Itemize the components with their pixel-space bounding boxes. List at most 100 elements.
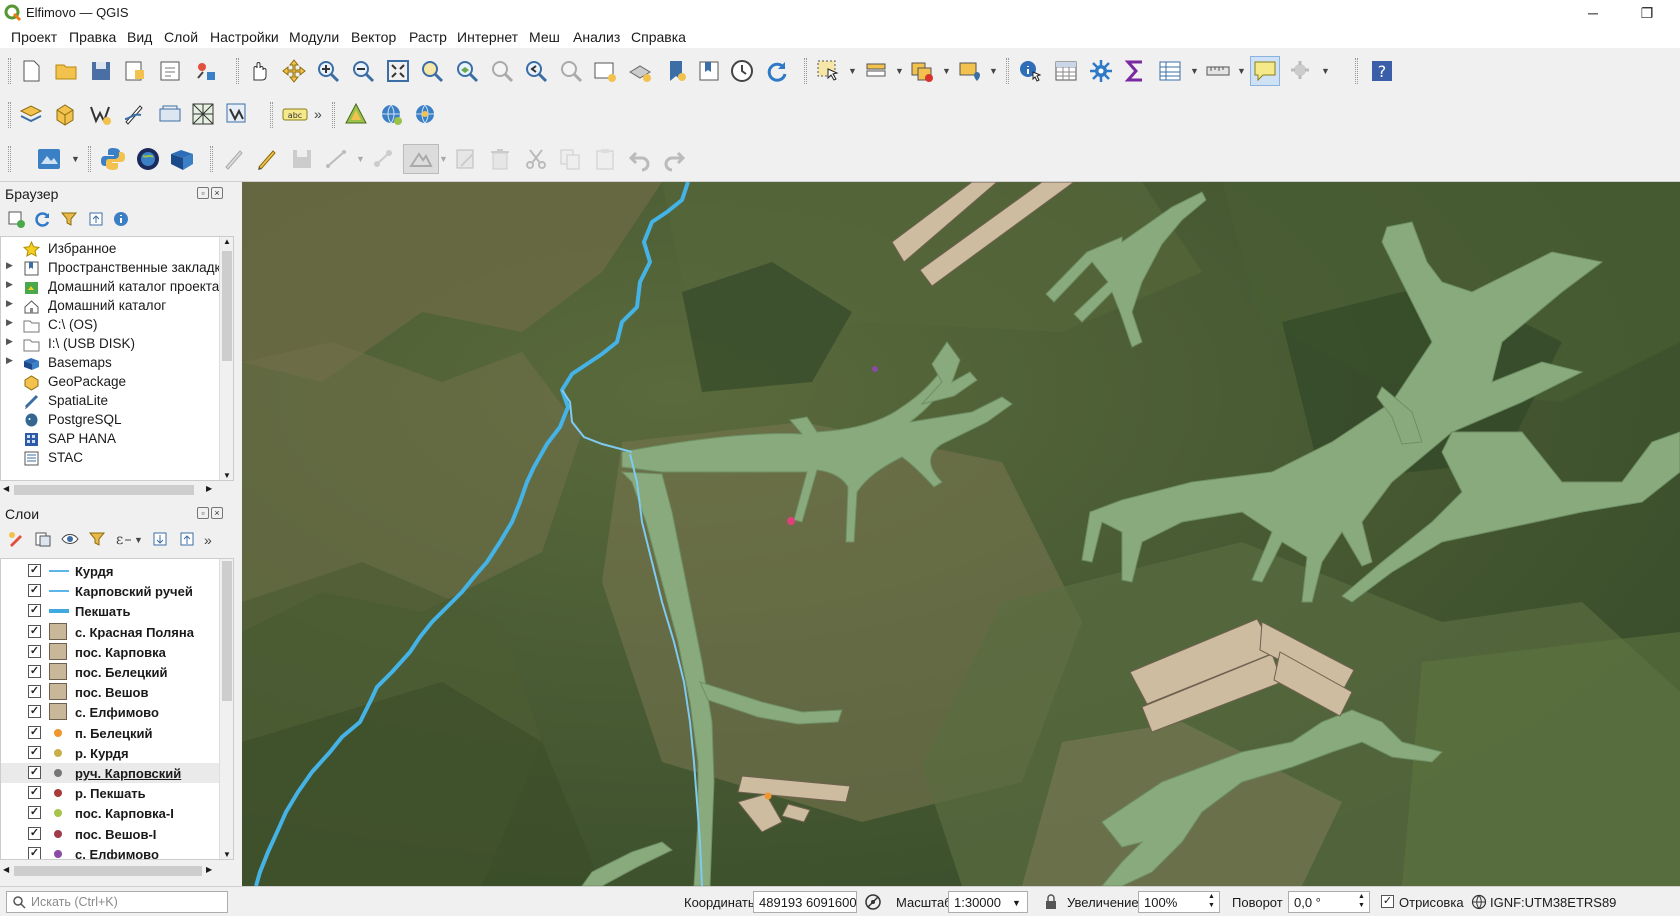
refresh-icon[interactable] xyxy=(761,56,791,86)
layer-item[interactable]: ✓ р. Пекшать xyxy=(1,783,219,803)
measure-line-icon[interactable] xyxy=(1203,56,1233,86)
expand-arrow-icon[interactable]: ▶ xyxy=(6,298,13,309)
layer-item[interactable]: ✓ пос. Вешов xyxy=(1,682,219,702)
menu-web[interactable]: Интернет xyxy=(457,29,518,45)
edit-attributes-icon[interactable] xyxy=(451,144,481,174)
toolbar-grip[interactable] xyxy=(804,58,807,84)
scroll-left-icon[interactable]: ◀ xyxy=(3,484,9,493)
browser-item-stac[interactable]: STAC xyxy=(1,448,219,468)
manage-visibility-icon[interactable] xyxy=(59,528,81,550)
close-panel-icon[interactable]: × xyxy=(211,187,223,199)
filter-expression-icon[interactable]: ε xyxy=(112,528,134,550)
style-manager-icon[interactable] xyxy=(191,56,221,86)
chevron-down-icon[interactable]: ▼ xyxy=(942,66,951,76)
toolbar-grip[interactable] xyxy=(270,102,273,128)
copy-features-icon[interactable] xyxy=(555,144,585,174)
filter-legend-icon[interactable] xyxy=(86,528,108,550)
point-beletsky[interactable] xyxy=(764,792,772,800)
layer-visibility-checkbox[interactable]: ✓ xyxy=(28,826,41,840)
close-panel-icon[interactable]: × xyxy=(211,507,223,519)
layers-horizontal-scrollbar[interactable]: ◀ ▶ xyxy=(0,864,220,878)
layer-item[interactable]: ✓ р. Курдя xyxy=(1,743,219,763)
chevron-down-icon[interactable]: ▼ xyxy=(134,535,143,545)
layer-visibility-checkbox[interactable]: ✓ xyxy=(28,564,41,577)
menu-plugins[interactable]: Модули xyxy=(289,29,339,45)
processing-toolbox-icon[interactable] xyxy=(1086,56,1116,86)
toolbar-grip[interactable] xyxy=(236,58,239,84)
project-layer-icon[interactable] xyxy=(34,144,64,174)
select-by-location-icon[interactable] xyxy=(955,56,985,86)
collapse-all-icon[interactable] xyxy=(85,208,107,230)
save-project-icon[interactable] xyxy=(86,56,116,86)
chevron-down-icon[interactable]: ▼ xyxy=(1237,66,1246,76)
zoom-to-selection-icon[interactable] xyxy=(417,56,447,86)
browser-item-geopackage[interactable]: GeoPackage xyxy=(1,372,219,392)
identify-features-icon[interactable] xyxy=(1015,56,1045,86)
layout-manager-icon[interactable] xyxy=(155,56,185,86)
python-console-icon[interactable] xyxy=(98,144,128,174)
lock-scale-icon[interactable] xyxy=(1044,894,1058,910)
toggle-editing-icon[interactable] xyxy=(252,144,282,174)
crs-label[interactable]: IGNF:UTM38ETRS89 xyxy=(1490,895,1616,910)
layer-item[interactable]: ✓ с. Елфимово xyxy=(1,702,219,722)
scrollbar-thumb[interactable] xyxy=(14,485,194,495)
add-group-icon[interactable] xyxy=(32,528,54,550)
layer-visibility-checkbox[interactable]: ✓ xyxy=(28,786,41,800)
menu-layer[interactable]: Слой xyxy=(164,29,198,45)
toolbar-grip[interactable] xyxy=(1355,58,1358,84)
toolbar-grip[interactable] xyxy=(8,102,11,128)
crs-globe-icon[interactable] xyxy=(1471,894,1487,910)
layers-vertical-scrollbar[interactable]: ▼ xyxy=(219,559,233,859)
restore-button[interactable]: ❐ xyxy=(1624,0,1670,26)
new-map-view-icon[interactable] xyxy=(590,56,620,86)
layer-visibility-checkbox[interactable]: ✓ xyxy=(28,846,41,859)
browser-item-drive-c[interactable]: ▶ C:\ (OS) xyxy=(1,315,219,335)
map-tips-icon[interactable] xyxy=(1250,56,1280,86)
temporal-controller-icon[interactable] xyxy=(727,56,757,86)
toolbar-grip[interactable] xyxy=(210,146,213,172)
help-icon[interactable]: ? xyxy=(1367,56,1397,86)
menu-settings[interactable]: Настройки xyxy=(210,29,279,45)
toolbar-grip[interactable] xyxy=(8,146,11,172)
pan-to-selection-icon[interactable] xyxy=(279,56,309,86)
layer-item[interactable]: ✓ пос. Карповка xyxy=(1,642,219,662)
layer-item[interactable]: ✓ пос. Карповка-I xyxy=(1,803,219,823)
refresh-icon[interactable] xyxy=(31,208,53,230)
chevron-down-icon[interactable]: ▼ xyxy=(439,154,448,164)
delete-selected-icon[interactable] xyxy=(485,144,515,174)
layer-visibility-checkbox[interactable]: ✓ xyxy=(28,624,41,638)
open-data-plugin-icon[interactable] xyxy=(167,144,197,174)
georeferencer-icon[interactable] xyxy=(341,99,371,129)
new-3d-map-view-icon[interactable] xyxy=(625,56,655,86)
add-selected-layers-icon[interactable] xyxy=(5,208,27,230)
expand-arrow-icon[interactable]: ▶ xyxy=(6,355,13,366)
browser-item-sap-hana[interactable]: SAP HANA xyxy=(1,429,219,449)
layer-visibility-checkbox[interactable]: ✓ xyxy=(28,604,41,618)
menu-raster[interactable]: Растр xyxy=(409,29,447,45)
minimize-button[interactable]: ─ xyxy=(1570,0,1616,26)
scrollbar-thumb[interactable] xyxy=(222,251,232,361)
toolbar-overflow-icon[interactable]: » xyxy=(204,532,212,548)
deselect-all-icon[interactable] xyxy=(907,56,937,86)
pan-map-icon[interactable] xyxy=(244,56,274,86)
menu-analysis[interactable]: Анализ xyxy=(573,29,620,45)
zoom-native-icon[interactable] xyxy=(487,56,517,86)
save-edits-icon[interactable] xyxy=(287,144,317,174)
current-edits-icon[interactable] xyxy=(219,144,249,174)
browser-item-bookmarks[interactable]: ▶ Пространственные закладки xyxy=(1,258,228,278)
new-mesh-layer-icon[interactable] xyxy=(188,99,218,129)
point-vesov[interactable] xyxy=(787,517,795,525)
layer-visibility-checkbox[interactable]: ✓ xyxy=(28,806,41,820)
collapse-all-icon[interactable] xyxy=(176,528,198,550)
point-elfimovo[interactable] xyxy=(872,366,878,372)
menu-edit[interactable]: Правка xyxy=(69,29,116,45)
zoom-out-icon[interactable] xyxy=(348,56,378,86)
locator-search-input[interactable]: Искать (Ctrl+K) xyxy=(6,891,228,913)
toolbar-grip[interactable] xyxy=(88,146,91,172)
scroll-right-icon[interactable]: ▶ xyxy=(206,865,212,874)
expand-arrow-icon[interactable]: ▶ xyxy=(6,336,13,347)
layer-item[interactable]: ✓ с. Елфимово xyxy=(1,844,219,859)
browser-horizontal-scrollbar[interactable]: ◀ ▶ xyxy=(0,483,220,497)
layer-item[interactable]: ✓ Пекшать xyxy=(1,601,219,621)
new-project-icon[interactable] xyxy=(16,56,46,86)
